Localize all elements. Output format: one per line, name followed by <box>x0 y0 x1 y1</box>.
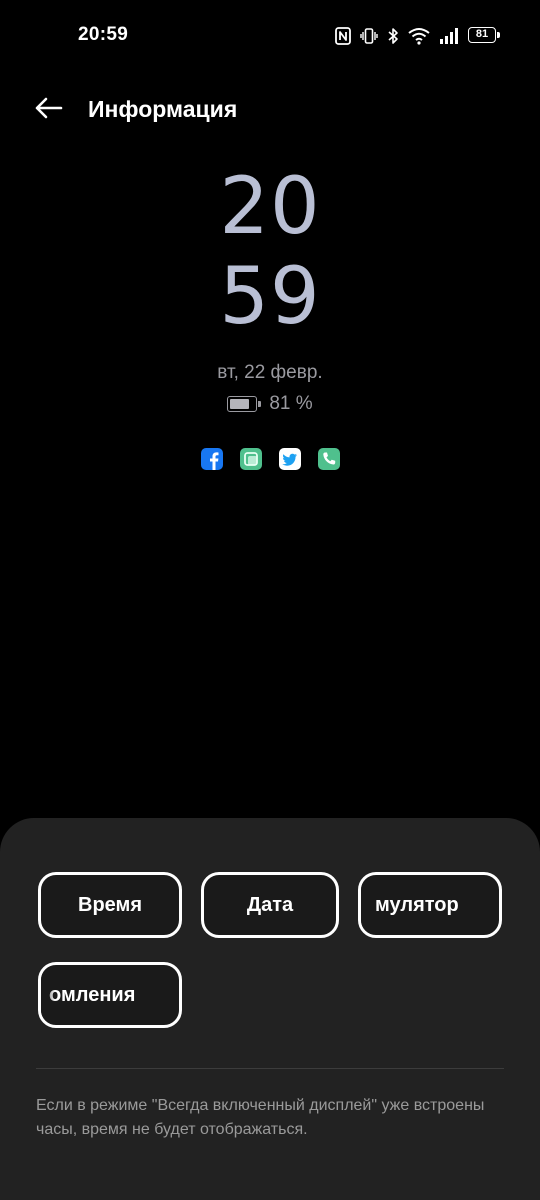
twitter-icon <box>278 448 301 470</box>
divider <box>36 1068 504 1069</box>
facebook-icon <box>200 448 223 470</box>
option-notifications-button[interactable]: омления <box>38 962 182 1028</box>
option-time-label: Время <box>78 893 142 916</box>
status-time: 20:59 <box>78 24 129 45</box>
preview-date: вт, 22 февр. <box>217 362 323 383</box>
notification-app-icons <box>0 448 540 470</box>
nfc-icon <box>335 27 351 45</box>
option-emulator-label: мулятор <box>375 893 459 916</box>
option-notifications-label: омления <box>49 983 136 1006</box>
clock-minutes: 59 <box>219 252 321 342</box>
option-emulator-button[interactable]: мулятор <box>358 872 502 938</box>
back-button[interactable] <box>26 92 70 128</box>
arrow-left-icon <box>33 96 63 125</box>
status-icons: 81 <box>335 25 502 47</box>
vibrate-icon <box>360 27 378 45</box>
footnote: Если в режиме "Всегда включенный дисплей… <box>36 1097 485 1138</box>
aod-preview: 20 59 вт, 22 февр. 81 % <box>0 160 540 480</box>
page-title: Информация <box>88 96 238 122</box>
header: Информация <box>0 80 540 140</box>
status-bar: 20:59 81 <box>0 0 540 72</box>
bluetooth-icon <box>387 27 399 45</box>
battery-level: 81 <box>468 27 496 43</box>
battery-icon <box>227 396 262 412</box>
bottom-sheet: Время Дата мулятор омления Если в режиме… <box>0 818 540 1200</box>
phone-icon <box>317 448 340 470</box>
option-time-button[interactable]: Время <box>38 872 182 938</box>
messages-icon <box>239 448 262 470</box>
option-date-label: Дата <box>246 893 294 916</box>
wifi-icon <box>408 27 430 45</box>
signal-icon <box>439 27 459 45</box>
preview-battery-text: 81 % <box>269 393 313 414</box>
battery-icon: 81 <box>468 27 502 45</box>
option-date-button[interactable]: Дата <box>201 872 339 938</box>
clock-hours: 20 <box>219 162 321 252</box>
preview-battery: 81 % <box>0 393 540 415</box>
